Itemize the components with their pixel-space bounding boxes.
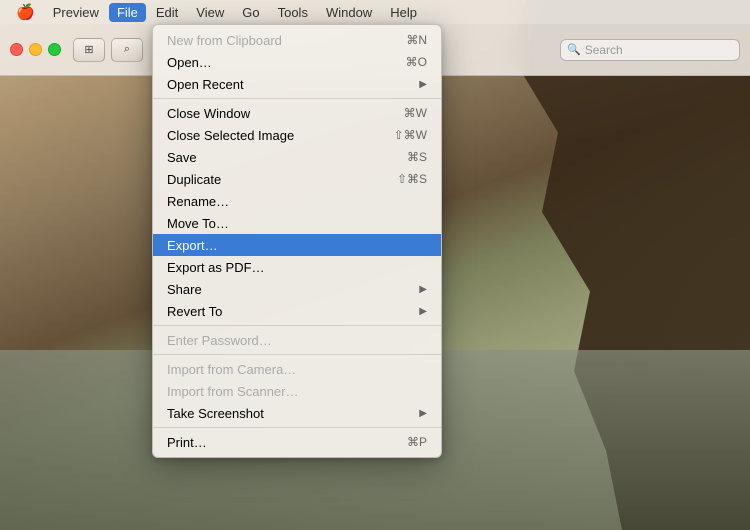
search-icon: 🔍	[567, 43, 581, 56]
menubar-window[interactable]: Window	[318, 3, 380, 22]
search-placeholder: Search	[585, 43, 623, 57]
submenu-arrow-open-recent: ▶	[419, 79, 427, 90]
menubar-help[interactable]: Help	[382, 3, 425, 22]
menubar-view[interactable]: View	[188, 3, 232, 22]
menu-item-export-pdf[interactable]: Export as PDF…	[153, 256, 441, 278]
menu-item-save[interactable]: Save ⌘S	[153, 146, 441, 168]
menubar: 🍎 Preview File Edit View Go Tools Window…	[0, 0, 750, 24]
zoom-button[interactable]	[48, 43, 61, 56]
zoom-fit-button[interactable]: ⌕	[111, 38, 143, 62]
menubar-edit[interactable]: Edit	[148, 3, 186, 22]
minimize-button[interactable]	[29, 43, 42, 56]
search-field[interactable]: 🔍 Search	[560, 39, 740, 61]
submenu-arrow-revert: ▶	[419, 306, 427, 317]
menu-item-share[interactable]: Share ▶	[153, 278, 441, 300]
menu-item-new-clipboard[interactable]: New from Clipboard ⌘N	[153, 29, 441, 51]
menubar-go[interactable]: Go	[234, 3, 267, 22]
separator-4	[153, 427, 441, 428]
sidebar-toggle-button[interactable]: ⊞	[73, 38, 105, 62]
menu-item-open-recent[interactable]: Open Recent ▶	[153, 73, 441, 95]
menu-item-enter-password[interactable]: Enter Password…	[153, 329, 441, 351]
separator-1	[153, 98, 441, 99]
menubar-tools[interactable]: Tools	[270, 3, 316, 22]
menu-item-duplicate[interactable]: Duplicate ⇧⌘S	[153, 168, 441, 190]
menubar-preview[interactable]: Preview	[45, 3, 107, 22]
menu-item-print[interactable]: Print… ⌘P	[153, 431, 441, 453]
menu-item-move-to[interactable]: Move To…	[153, 212, 441, 234]
menu-item-export[interactable]: Export…	[153, 234, 441, 256]
submenu-arrow-screenshot: ▶	[419, 408, 427, 419]
apple-menu[interactable]: 🍎	[8, 3, 43, 21]
menu-item-take-screenshot[interactable]: Take Screenshot ▶	[153, 402, 441, 424]
separator-3	[153, 354, 441, 355]
close-button[interactable]	[10, 43, 23, 56]
menu-item-rename[interactable]: Rename…	[153, 190, 441, 212]
menu-item-revert-to[interactable]: Revert To ▶	[153, 300, 441, 322]
menu-item-import-scanner[interactable]: Import from Scanner…	[153, 380, 441, 402]
menubar-file[interactable]: File	[109, 3, 146, 22]
separator-2	[153, 325, 441, 326]
traffic-lights	[10, 43, 61, 56]
file-menu: New from Clipboard ⌘N Open… ⌘O Open Rece…	[152, 24, 442, 458]
menu-item-import-camera[interactable]: Import from Camera…	[153, 358, 441, 380]
menu-item-close-window[interactable]: Close Window ⌘W	[153, 102, 441, 124]
menu-item-close-selected[interactable]: Close Selected Image ⇧⌘W	[153, 124, 441, 146]
submenu-arrow-share: ▶	[419, 284, 427, 295]
menu-item-open[interactable]: Open… ⌘O	[153, 51, 441, 73]
